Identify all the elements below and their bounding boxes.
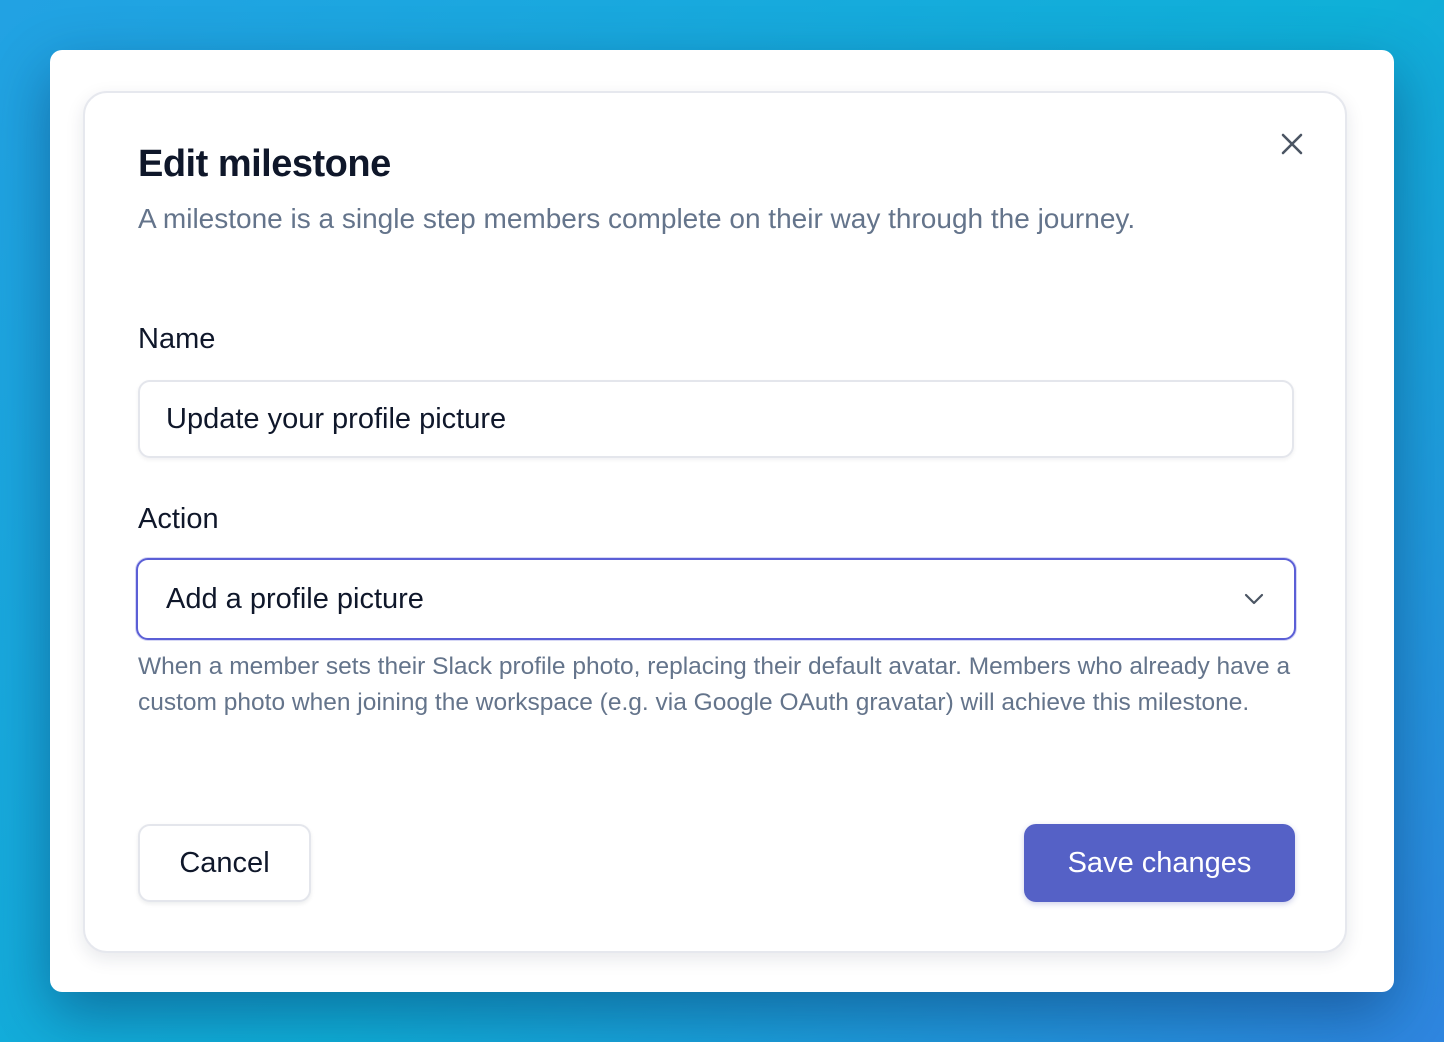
action-help-text: When a member sets their Slack profile p… [138, 653, 1291, 716]
name-label: Name [138, 323, 216, 355]
cancel-button[interactable]: Cancel [138, 824, 311, 902]
edit-milestone-dialog: Edit milestone A milestone is a single s… [83, 91, 1347, 953]
name-input[interactable] [138, 380, 1294, 458]
close-button[interactable] [1277, 129, 1307, 159]
action-select[interactable]: Add a profile picture [136, 558, 1296, 640]
dialog-subtitle: A milestone is a single step members com… [138, 203, 1136, 234]
dialog-title: Edit milestone [138, 143, 391, 185]
save-changes-button[interactable]: Save changes [1024, 824, 1295, 902]
action-label: Action [138, 503, 219, 535]
close-icon [1281, 133, 1303, 155]
chevron-down-icon [1242, 587, 1266, 611]
window-frame: Edit milestone A milestone is a single s… [50, 50, 1394, 992]
action-select-value: Add a profile picture [166, 582, 424, 615]
